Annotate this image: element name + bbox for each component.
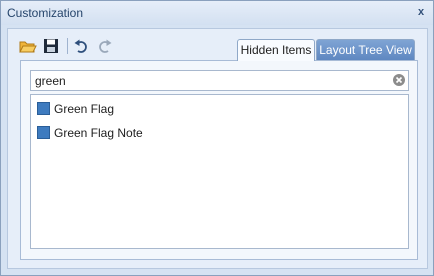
close-icon[interactable]: x (414, 5, 428, 19)
hidden-items-panel: green Green Flag Green Flag Note (20, 60, 418, 260)
title-bar[interactable]: Customization x (1, 1, 433, 25)
clear-search-icon[interactable] (392, 73, 406, 87)
window-title: Customization (7, 6, 84, 20)
open-folder-icon[interactable] (19, 37, 37, 55)
save-disk-icon[interactable] (42, 37, 60, 55)
hidden-items-list: Green Flag Green Flag Note (30, 94, 409, 249)
window-body: Hidden Items Layout Tree View green Gree… (7, 28, 428, 269)
item-icon (37, 102, 50, 115)
tab-layout-tree-view[interactable]: Layout Tree View (316, 39, 415, 61)
toolbar: Hidden Items Layout Tree View (8, 29, 427, 61)
search-box[interactable]: green (30, 70, 409, 91)
item-icon (37, 126, 50, 139)
undo-icon[interactable] (73, 37, 91, 55)
list-item-label: Green Flag (54, 102, 115, 116)
customization-window: Customization x Hidden Items Layout Tree… (0, 0, 434, 276)
list-item-label: Green Flag Note (54, 126, 143, 140)
search-input[interactable]: green (35, 74, 66, 88)
tab-hidden-items[interactable]: Hidden Items (237, 39, 315, 61)
toolbar-separator (67, 38, 68, 54)
redo-icon[interactable] (95, 37, 113, 55)
